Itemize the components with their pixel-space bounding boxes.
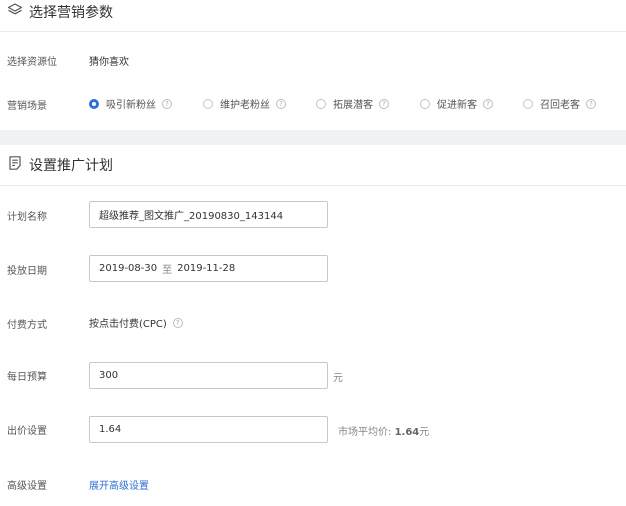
scene-option-label: 召回老客 xyxy=(540,100,580,111)
date-label: 投放日期 xyxy=(7,266,47,277)
bid-label: 出价设置 xyxy=(7,426,47,437)
expand-advanced-settings-link[interactable]: 展开高级设置 xyxy=(89,477,149,492)
help-icon[interactable]: ? xyxy=(172,317,183,328)
resource-value: 猜你喜欢 xyxy=(89,57,129,68)
market-avg-prefix: 市场平均价: xyxy=(338,427,392,438)
help-icon[interactable]: ? xyxy=(276,98,286,109)
scene-option-promote-new-customers[interactable]: 促进新客 ? xyxy=(420,96,493,111)
bid-input[interactable]: 1.64 xyxy=(89,416,328,443)
plan-name-value: 超级推荐_图文推广_20190830_143144 xyxy=(99,211,284,222)
scene-label: 营销场景 xyxy=(7,101,47,112)
advanced-label: 高级设置 xyxy=(7,481,47,492)
budget-unit: 元 xyxy=(333,373,343,384)
section-separator-band xyxy=(0,130,626,145)
section-title-campaign-plan: 设置推广计划 xyxy=(7,155,113,175)
market-avg-unit: 元 xyxy=(419,427,430,438)
budget-label: 每日预算 xyxy=(7,372,47,383)
bid-value: 1.64 xyxy=(99,424,122,435)
help-icon[interactable]: ? xyxy=(379,98,389,109)
radio-selected-icon[interactable] xyxy=(89,98,99,109)
divider xyxy=(0,185,626,186)
help-icon[interactable]: ? xyxy=(162,98,172,109)
payment-label: 付费方式 xyxy=(7,320,47,331)
scene-option-label: 吸引新粉丝 xyxy=(106,100,156,111)
radio-icon[interactable] xyxy=(316,98,326,109)
scene-option-attract-new-fans[interactable]: 吸引新粉丝 ? xyxy=(89,96,172,111)
date-end: 2019-11-28 xyxy=(177,263,236,274)
payment-value: 按点击付费(CPC) xyxy=(89,319,167,330)
market-average-price: 市场平均价: 1.64元 xyxy=(338,423,429,438)
market-avg-value: 1.64 xyxy=(394,427,420,438)
section-title-text: 选择营销参数 xyxy=(29,5,113,21)
budget-value: 300 xyxy=(99,370,119,381)
section-title-marketing-params: 选择营销参数 xyxy=(7,2,113,22)
date-separator: 至 xyxy=(162,265,173,276)
scene-option-label: 维护老粉丝 xyxy=(220,100,270,111)
resource-label: 选择资源位 xyxy=(7,57,57,68)
radio-icon[interactable] xyxy=(203,98,213,109)
scene-option-maintain-old-fans[interactable]: 维护老粉丝 ? xyxy=(203,96,286,111)
help-icon[interactable]: ? xyxy=(586,98,596,109)
scene-option-label: 促进新客 xyxy=(437,100,477,111)
date-range-picker[interactable]: 2019-08-30 至 2019-11-28 xyxy=(89,255,328,282)
document-icon xyxy=(7,155,29,175)
plan-name-label: 计划名称 xyxy=(7,212,47,223)
section-title-text: 设置推广计划 xyxy=(29,158,113,174)
plan-name-input[interactable]: 超级推荐_图文推广_20190830_143144 xyxy=(89,201,328,228)
daily-budget-input[interactable]: 300 xyxy=(89,362,328,389)
radio-icon[interactable] xyxy=(523,98,533,109)
scene-option-label: 拓展潜客 xyxy=(333,100,373,111)
divider xyxy=(0,31,626,32)
scene-option-expand-prospects[interactable]: 拓展潜客 ? xyxy=(316,96,389,111)
scene-option-recall-old-customers[interactable]: 召回老客 ? xyxy=(523,96,596,111)
layers-icon xyxy=(7,2,29,22)
date-start: 2019-08-30 xyxy=(99,263,158,274)
radio-icon[interactable] xyxy=(420,98,430,109)
help-icon[interactable]: ? xyxy=(483,98,493,109)
payment-method: 按点击付费(CPC) ? xyxy=(89,315,183,330)
